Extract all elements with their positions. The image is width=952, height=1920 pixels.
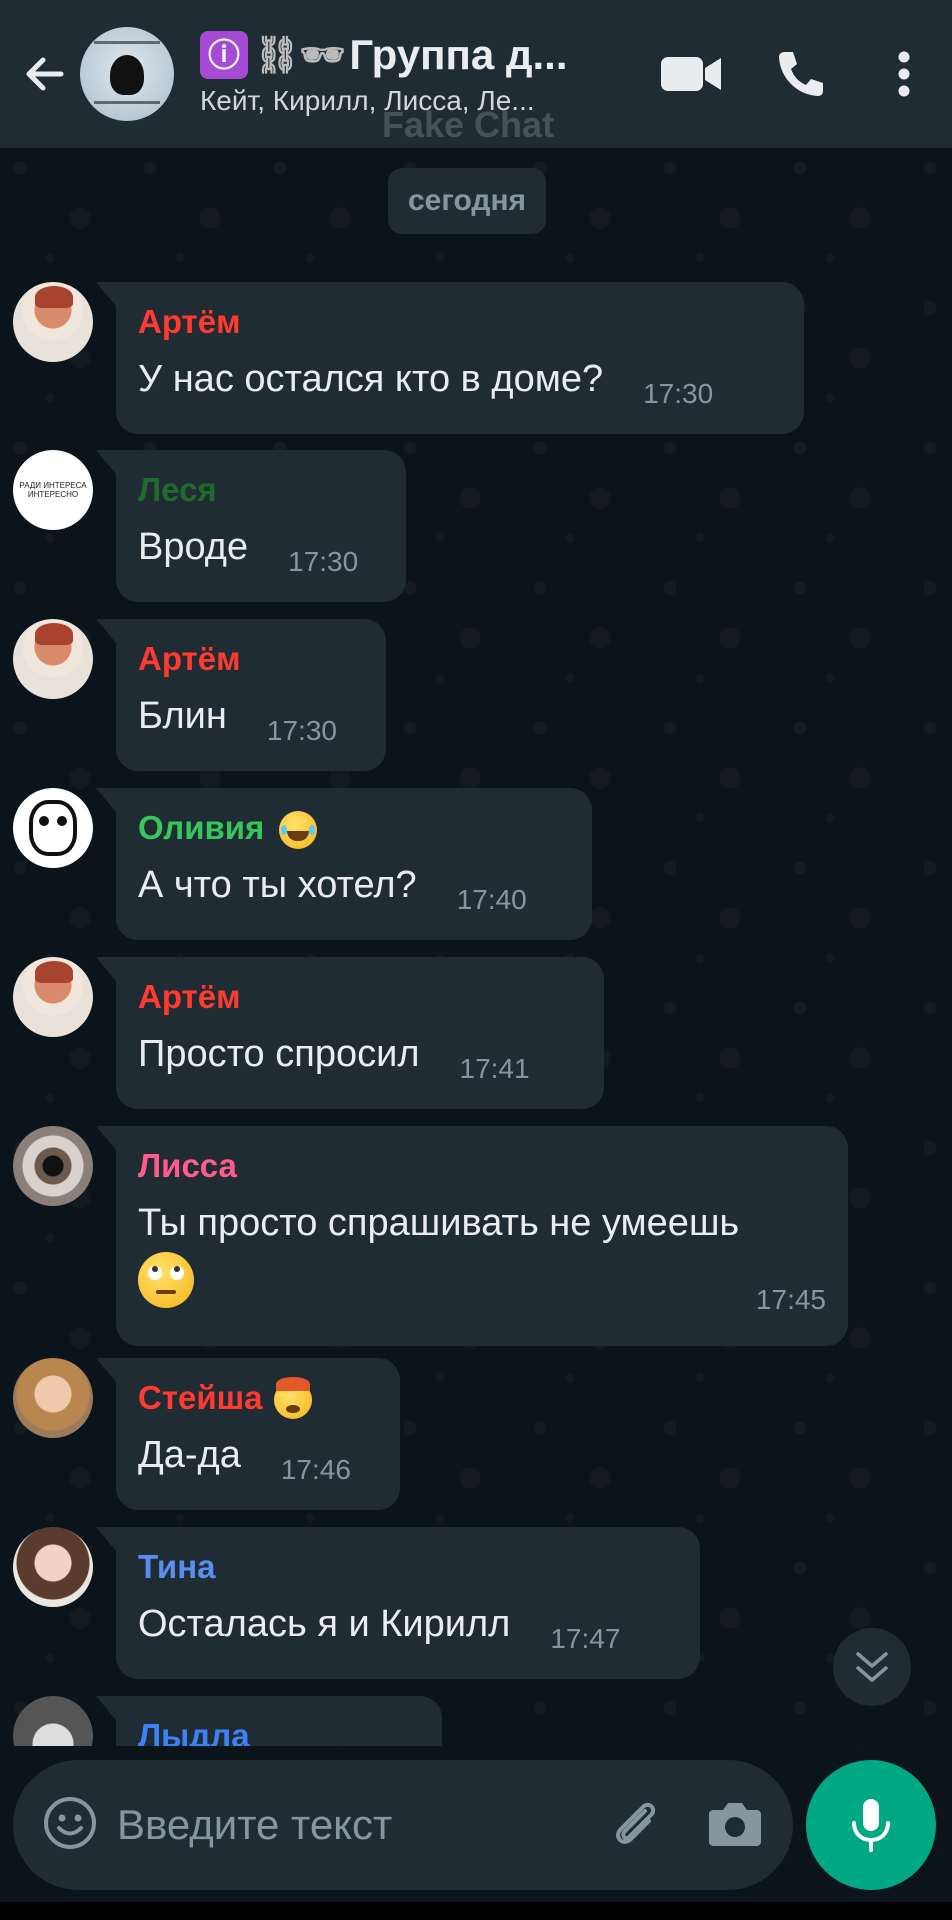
avatar-text: РАДИ ИНТЕРЕСА ИНТЕРЕСНО <box>19 481 87 499</box>
message-text: Просто спросил <box>138 1033 420 1075</box>
message-text: Осталась я и Кирилл <box>138 1603 511 1645</box>
avatar[interactable]: РАДИ ИНТЕРЕСА ИНТЕРЕСНО <box>13 450 93 530</box>
message-composer: Введите текст <box>13 1760 793 1890</box>
avatar[interactable] <box>13 619 93 699</box>
message-text: Ты просто спрашивать не умеешь <box>138 1202 740 1244</box>
message-text: А что ты хотел? <box>138 864 417 906</box>
eye-roll-emoji-icon <box>138 1252 194 1308</box>
message-bubble[interactable]: Стейша Да-да 17:46 <box>96 1358 400 1510</box>
message-time: 17:41 <box>459 1053 530 1084</box>
info-badge-icon: ⓘ <box>200 31 248 79</box>
avatar[interactable] <box>13 788 93 868</box>
scroll-to-bottom-button[interactable] <box>833 1628 911 1706</box>
camera-button[interactable] <box>707 1798 763 1852</box>
emoji-icon <box>44 1797 96 1849</box>
message-time: 17:46 <box>280 1454 351 1485</box>
system-nav-bar <box>0 1902 952 1920</box>
avatar[interactable] <box>13 1527 93 1607</box>
message-time: 17:40 <box>456 884 527 915</box>
avatar[interactable] <box>13 1358 93 1438</box>
sender-name-text: Оливия <box>138 809 265 846</box>
sender-name-text: Стейша <box>138 1379 263 1416</box>
sender-name: Артём <box>138 640 241 677</box>
paperclip-icon <box>616 1802 656 1844</box>
message-bubble[interactable]: Лисса Ты просто спрашивать не умеешь 17:… <box>96 1126 848 1346</box>
message-time: 17:30 <box>643 378 714 409</box>
message-bubble[interactable]: Артём У нас остался кто в доме? 17:30 <box>96 282 804 434</box>
message-bubble[interactable]: Леся Вроде 17:30 <box>96 450 406 602</box>
group-title: ⓘ ⛓🕶 Группа д... <box>200 31 600 79</box>
message-bubble[interactable]: Оливия А что ты хотел? 17:40 <box>96 788 592 940</box>
sender-name: Артём <box>138 978 241 1015</box>
message-bubble[interactable]: Артём Просто спросил 17:41 <box>96 957 604 1109</box>
group-title-text: Группа д... <box>349 31 568 78</box>
video-call-icon <box>661 57 721 91</box>
sender-name: Артём <box>138 303 241 340</box>
avatar[interactable] <box>13 282 93 362</box>
message-text: Вроде <box>138 526 249 568</box>
message-time: 17:30 <box>266 715 337 746</box>
voice-record-button[interactable] <box>806 1760 936 1890</box>
sender-name: Лисса <box>138 1147 237 1184</box>
date-separator: сегодня <box>388 168 547 234</box>
menu-button[interactable] <box>856 0 952 148</box>
sender-name: Лыдла <box>138 1717 250 1746</box>
mic-icon <box>852 1799 890 1852</box>
group-avatar[interactable] <box>80 27 174 121</box>
message-bubble[interactable]: Лыдла <box>96 1696 442 1746</box>
message-bubble[interactable]: Тина Осталась я и Кирилл 17:47 <box>96 1527 700 1679</box>
more-vert-icon <box>898 51 910 97</box>
voice-call-button[interactable] <box>746 0 856 148</box>
message-text: Да-да <box>138 1434 241 1476</box>
sender-name: Тина <box>138 1548 216 1585</box>
video-call-button[interactable] <box>636 0 746 148</box>
back-arrow-icon <box>26 57 64 91</box>
avatar[interactable] <box>13 1126 93 1206</box>
message: Лыдла <box>0 1696 952 1746</box>
crow-image <box>110 55 144 95</box>
message-bubble[interactable]: Артём Блин 17:30 <box>96 619 386 771</box>
sender-name: Леся <box>138 471 217 508</box>
message-time: 17:30 <box>288 546 359 577</box>
sender-name: Стейша <box>138 1376 378 1420</box>
back-button[interactable] <box>10 0 80 148</box>
watermark: Fake Chat <box>382 104 555 145</box>
emoji-button[interactable] <box>43 1796 97 1854</box>
chain-glasses-icon: ⛓🕶 <box>254 34 346 75</box>
avatar[interactable] <box>13 1696 93 1746</box>
message-time: 17:47 <box>550 1623 621 1654</box>
avatar[interactable] <box>13 957 93 1037</box>
message-text: У нас остался кто в доме? <box>138 358 604 400</box>
message-input[interactable]: Введите текст <box>117 1801 607 1849</box>
sender-name: Оливия <box>138 806 570 850</box>
attach-button[interactable] <box>607 1795 663 1855</box>
laughing-emoji-icon <box>279 811 318 850</box>
phone-icon <box>779 52 823 96</box>
camera-icon <box>709 1803 761 1846</box>
message-time: 17:45 <box>755 1284 826 1315</box>
exploding-head-emoji-icon <box>273 1377 312 1420</box>
chevron-double-down-icon <box>856 1652 888 1682</box>
message-text: Блин <box>138 695 227 737</box>
